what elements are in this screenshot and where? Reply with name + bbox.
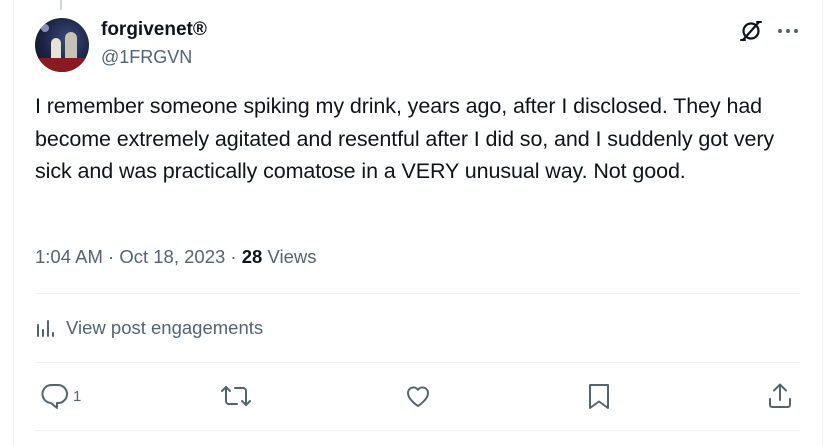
repost-icon (221, 386, 251, 406)
share-icon (769, 383, 791, 408)
views-label: Views (267, 246, 317, 267)
divider (35, 362, 800, 363)
analytics-icon (37, 320, 54, 337)
views-count: 28 (241, 246, 263, 267)
bookmark-icon (589, 384, 609, 409)
divider (35, 293, 800, 294)
like-button[interactable] (403, 381, 436, 411)
thread-connector (60, 0, 62, 10)
reply-button[interactable]: 1 (40, 381, 81, 411)
post-meta: 1:04 AM · Oct 18, 2023 · 28 Views (35, 245, 316, 269)
bookmark-button[interactable] (585, 381, 616, 411)
post-text: I remember someone spiking my drink, yea… (35, 94, 775, 183)
share-button[interactable] (765, 381, 795, 411)
post-date[interactable]: Oct 18, 2023 (119, 246, 225, 267)
meta-separator: · (230, 246, 237, 267)
more-icon[interactable] (775, 18, 801, 44)
reply-count: 1 (73, 387, 82, 405)
author-display-name[interactable]: forgivenet® (101, 18, 207, 42)
repost-button[interactable] (220, 381, 255, 411)
post-time[interactable]: 1:04 AM (35, 246, 103, 267)
avatar[interactable] (35, 18, 89, 72)
heart-icon (406, 386, 430, 407)
view-engagements-label: View post engagements (66, 317, 264, 338)
column-border-right (822, 0, 823, 445)
reply-icon (41, 383, 68, 409)
column-border-left (13, 0, 14, 445)
post-detail: forgivenet® @1FRGVN I remember someone s… (0, 0, 832, 445)
grok-icon[interactable] (738, 18, 764, 44)
view-engagements-link[interactable]: View post engagements (35, 313, 263, 343)
author-handle[interactable]: @1FRGVN (101, 46, 192, 68)
meta-separator: · (108, 246, 115, 267)
divider (35, 430, 800, 431)
